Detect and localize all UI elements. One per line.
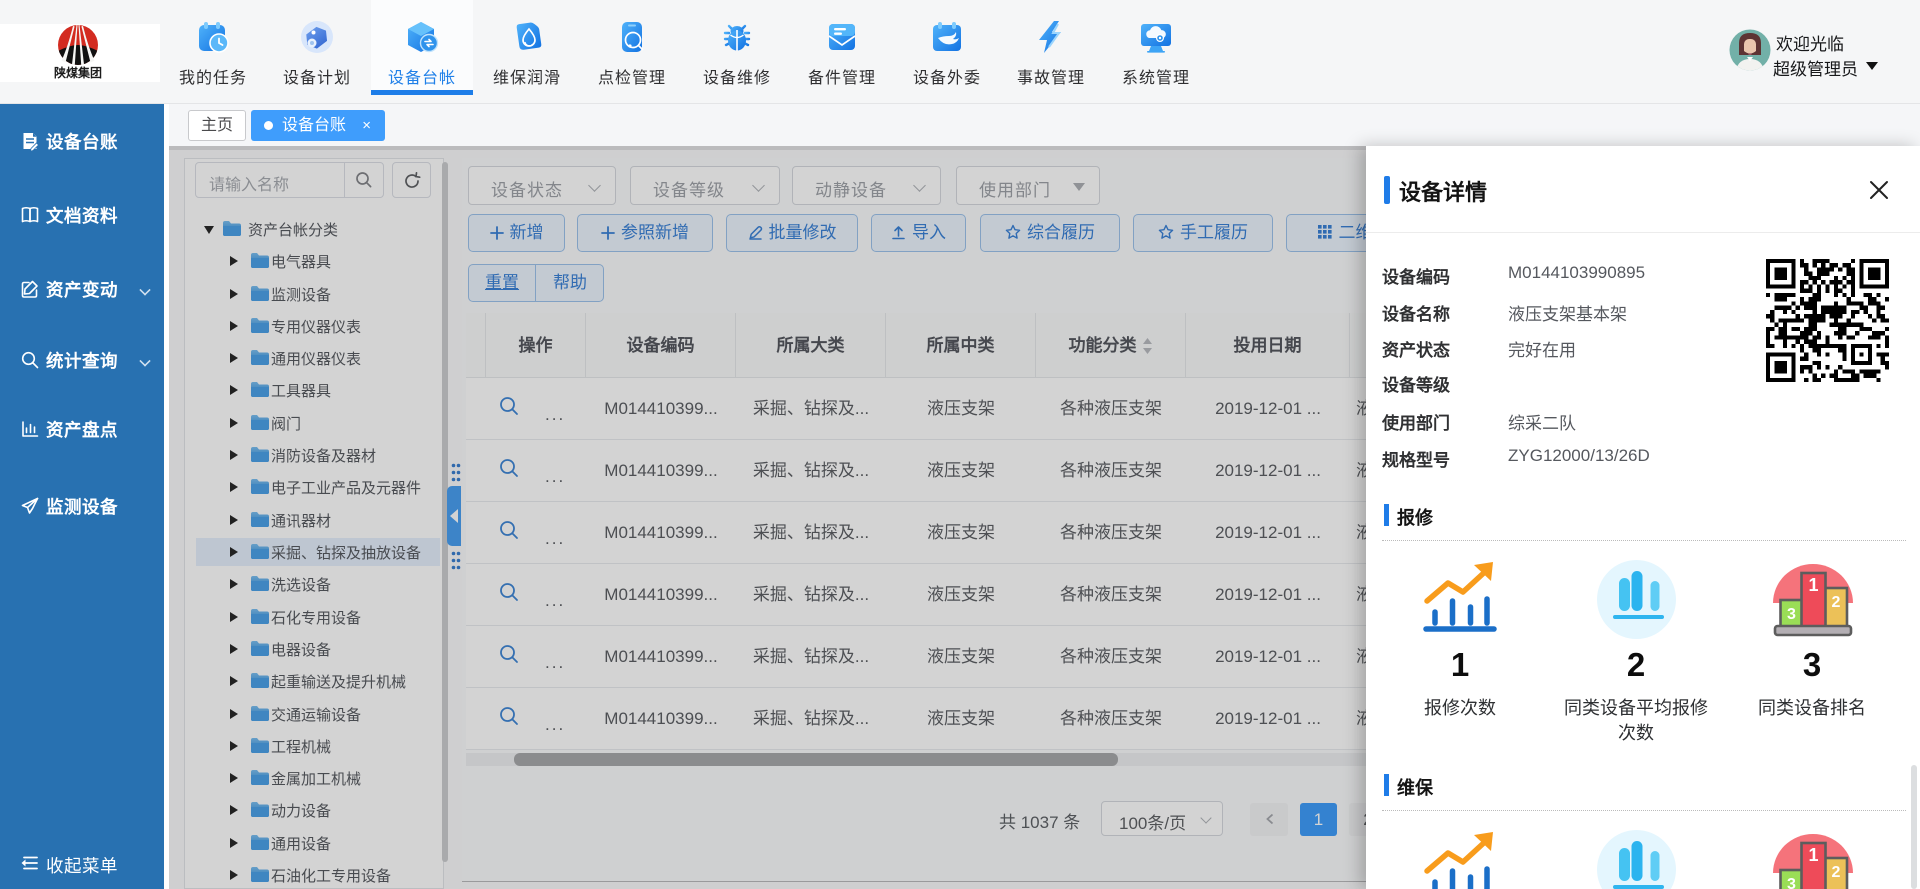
svg-text:3: 3 [1787, 876, 1796, 889]
svg-text:1: 1 [1808, 845, 1818, 865]
svg-text:3: 3 [1787, 606, 1796, 623]
svg-text:陕煤集团: 陕煤集团 [54, 65, 102, 80]
svg-text:2: 2 [1832, 864, 1841, 881]
svg-text:1: 1 [1808, 575, 1818, 595]
svg-text:2: 2 [1832, 594, 1841, 611]
